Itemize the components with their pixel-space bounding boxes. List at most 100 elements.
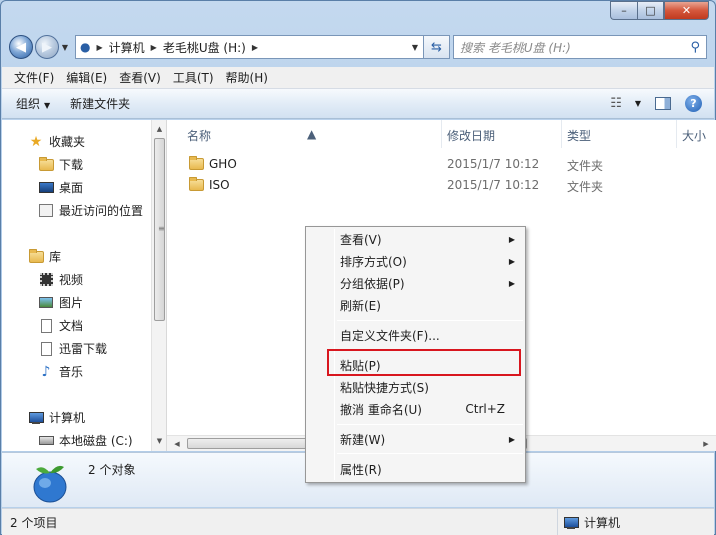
selection-count: 2 个对象	[88, 463, 136, 477]
menu-item-view[interactable]: 查看(V) ▶	[308, 229, 523, 249]
nav-favorites[interactable]: ★ 收藏夹	[28, 133, 85, 150]
breadcrumb-separator-icon[interactable]: ▶	[151, 43, 157, 52]
submenu-arrow-icon: ▶	[508, 278, 515, 288]
scroll-up-icon[interactable]: ▲	[152, 122, 167, 137]
menu-item-group[interactable]: 分组依据(P) ▶	[308, 273, 523, 293]
forward-button[interactable]: ▶	[35, 35, 59, 59]
address-bar[interactable]: ● ▶ 计算机 ▶ 老毛桃U盘 (H:) ▶ ▼	[75, 35, 424, 59]
organize-button[interactable]: 组织 ▼	[16, 95, 50, 112]
nav-documents[interactable]: 文档	[38, 317, 83, 334]
menu-item-paste[interactable]: 粘贴(P)	[308, 355, 523, 375]
menu-item-properties[interactable]: 属性(R)	[308, 459, 523, 479]
menu-item-customize-folder[interactable]: 自定义文件夹(F)...	[308, 325, 523, 345]
document-icon	[38, 341, 54, 357]
star-icon: ★	[29, 133, 43, 150]
menu-item-new[interactable]: 新建(W) ▶	[308, 429, 523, 449]
file-row-iso[interactable]: ISO 2015/1/7 10:12 文件夹	[167, 175, 716, 196]
minimize-button[interactable]: –	[610, 1, 637, 20]
libraries-icon	[28, 248, 44, 265]
breadcrumb-drive[interactable]: 老毛桃U盘 (H:)	[163, 39, 246, 56]
menu-file[interactable]: 文件(F)	[8, 69, 60, 86]
submenu-arrow-icon: ▶	[508, 434, 515, 444]
sort-ascending-icon: ▲	[307, 127, 317, 141]
item-count: 2 个项目	[10, 515, 58, 530]
nav-label: 图片	[59, 296, 84, 310]
menu-item-label: 粘贴(P)	[340, 358, 381, 373]
computer-icon	[28, 410, 44, 426]
menu-separator	[337, 320, 523, 321]
maximize-button[interactable]: □	[637, 1, 664, 20]
nav-label: 库	[49, 250, 62, 264]
grip-icon: ≡	[158, 224, 165, 233]
nav-computer[interactable]: 计算机	[28, 409, 85, 426]
search-icon[interactable]: ⚲	[690, 40, 700, 55]
nav-desktop[interactable]: 桌面	[38, 179, 83, 196]
menu-separator	[337, 349, 523, 350]
search-input[interactable]: 搜索 老毛桃U盘 (H:) ⚲	[453, 35, 707, 59]
close-button[interactable]: ✕	[664, 1, 709, 20]
address-history-dropdown[interactable]: ▼	[407, 43, 423, 52]
scroll-left-icon[interactable]: ◀	[169, 436, 185, 452]
nav-pictures[interactable]: 图片	[38, 294, 83, 311]
downloads-folder-icon	[38, 156, 54, 173]
view-dropdown-icon[interactable]: ▼	[635, 99, 641, 108]
menu-help[interactable]: 帮助(H)	[220, 69, 274, 86]
column-divider[interactable]	[676, 120, 677, 148]
preview-pane-icon[interactable]	[655, 97, 671, 110]
column-date[interactable]: 修改日期	[447, 127, 495, 144]
scroll-down-icon[interactable]: ▼	[152, 434, 167, 449]
menu-item-sort[interactable]: 排序方式(O) ▶	[308, 251, 523, 271]
scroll-right-icon[interactable]: ▶	[698, 436, 714, 452]
submenu-arrow-icon: ▶	[508, 256, 515, 266]
nav-label: 音乐	[59, 365, 84, 379]
nav-scroll-thumb[interactable]: ≡	[154, 138, 165, 321]
nav-pane-scrollbar[interactable]: ▲ ≡ ▼	[151, 120, 166, 451]
menu-view[interactable]: 查看(V)	[113, 69, 167, 86]
document-icon	[38, 318, 54, 334]
column-type[interactable]: 类型	[567, 127, 591, 144]
recent-pages-dropdown[interactable]: ▼	[59, 43, 71, 52]
breadcrumb-separator-icon[interactable]: ▶	[96, 43, 102, 52]
nav-recent-places[interactable]: 最近访问的位置	[38, 202, 143, 219]
back-button[interactable]: ◀	[9, 35, 33, 59]
breadcrumb-computer[interactable]: 计算机	[109, 39, 145, 56]
menu-item-paste-shortcut[interactable]: 粘贴快捷方式(S)	[308, 377, 523, 397]
folder-icon	[189, 177, 204, 191]
nav-downloads[interactable]: 下载	[38, 156, 83, 173]
column-divider[interactable]	[561, 120, 562, 148]
refresh-icon[interactable]: ⇆	[424, 35, 450, 59]
nav-libraries[interactable]: 库	[28, 248, 61, 265]
menu-item-label: 属性(R)	[340, 462, 382, 477]
command-bar: 组织 ▼ 新建文件夹 ☷ ▼ ?	[2, 89, 714, 119]
menu-item-label: 粘贴快捷方式(S)	[340, 380, 429, 395]
picture-icon	[38, 295, 54, 311]
menu-item-label: 排序方式(O)	[340, 254, 407, 269]
menu-edit[interactable]: 编辑(E)	[60, 69, 113, 86]
submenu-arrow-icon: ▶	[508, 234, 515, 244]
caption-buttons: – □ ✕	[610, 1, 709, 20]
nav-local-disk[interactable]: 本地磁盘 (C:)	[38, 432, 133, 449]
nav-videos[interactable]: 视频	[38, 271, 83, 288]
menu-item-undo-rename[interactable]: 撤消 重命名(U) Ctrl+Z	[308, 399, 523, 419]
nav-thunder-downloads[interactable]: 迅雷下载	[38, 340, 107, 357]
file-name-cell: ISO	[189, 177, 230, 192]
file-row-gho[interactable]: GHO 2015/1/7 10:12 文件夹	[167, 154, 716, 175]
column-name[interactable]: 名称	[187, 127, 211, 144]
nav-label: 文档	[59, 319, 84, 333]
new-folder-button[interactable]: 新建文件夹	[70, 95, 130, 112]
file-date: 2015/1/7 10:12	[447, 157, 540, 171]
file-name: ISO	[209, 178, 230, 192]
nav-music[interactable]: ♪ 音乐	[38, 363, 83, 380]
menu-tools[interactable]: 工具(T)	[167, 69, 220, 86]
command-bar-right: ☷ ▼ ?	[610, 95, 714, 112]
menu-item-refresh[interactable]: 刷新(E)	[308, 295, 523, 315]
column-divider[interactable]	[441, 120, 442, 148]
breadcrumb-separator-icon[interactable]: ▶	[252, 43, 258, 52]
view-options-icon[interactable]: ☷	[610, 96, 622, 111]
nav-label: 收藏夹	[49, 135, 86, 149]
help-icon[interactable]: ?	[685, 95, 702, 112]
desktop-icon	[38, 180, 54, 196]
column-size[interactable]: 大小	[682, 127, 706, 144]
menu-item-label: 自定义文件夹(F)...	[340, 328, 440, 343]
nav-label: 计算机	[49, 411, 86, 425]
